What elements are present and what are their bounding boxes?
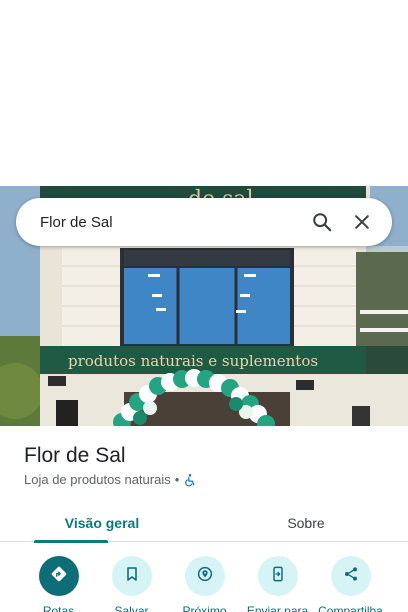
bookmark-icon [124, 566, 140, 587]
place-subtitle: Loja de produtos naturais • [24, 472, 197, 487]
share-label: Compartilha [318, 604, 383, 612]
nearby-label: Próximo [182, 604, 227, 612]
banner-text: produtos naturais e suplementos [68, 352, 318, 370]
send-to-phone-label: Enviar para [246, 604, 309, 612]
directions-button[interactable]: Rotas [22, 556, 95, 612]
search-button[interactable] [302, 202, 342, 242]
search-bar[interactable]: Flor de Sal [16, 198, 392, 246]
separator-dot: • [174, 472, 180, 487]
nearby-circle [184, 556, 225, 596]
send-to-phone-icon [270, 565, 286, 588]
share-icon [343, 566, 359, 587]
save-label: Salvar [114, 604, 149, 612]
directions-label: Rotas [42, 604, 75, 612]
close-icon [352, 212, 372, 232]
nearby-button[interactable]: Próximo [168, 556, 241, 612]
save-button[interactable]: Salvar [95, 556, 168, 612]
directions-icon [50, 565, 68, 588]
send-to-phone-button[interactable]: Enviar para [241, 556, 314, 612]
tab-bar: Visão geral Sobre [0, 504, 408, 543]
tab-about[interactable]: Sobre [204, 504, 408, 542]
search-icon [311, 211, 333, 233]
place-category: Loja de produtos naturais [24, 472, 171, 487]
tab-about-label: Sobre [287, 515, 325, 531]
directions-circle [38, 556, 79, 596]
tab-overview-label: Visão geral [64, 515, 140, 531]
tab-overview[interactable]: Visão geral [0, 504, 204, 543]
save-circle [111, 556, 152, 596]
share-button[interactable]: Compartilha [314, 556, 387, 612]
map-area[interactable] [0, 0, 408, 186]
place-title: Flor de Sal [24, 444, 126, 467]
nearby-icon [196, 565, 214, 588]
share-circle [330, 556, 371, 596]
send-to-phone-circle [257, 556, 298, 596]
action-buttons-row: Rotas Salvar Próximo Enviar para Compart… [0, 556, 408, 612]
place-info-panel: Flor de Sal Loja de produtos naturais • … [0, 426, 408, 612]
clear-search-button[interactable] [342, 202, 382, 242]
place-details-screen: de sal [0, 0, 408, 612]
search-input[interactable]: Flor de Sal [40, 214, 302, 231]
wheelchair-accessible-icon [183, 473, 197, 487]
